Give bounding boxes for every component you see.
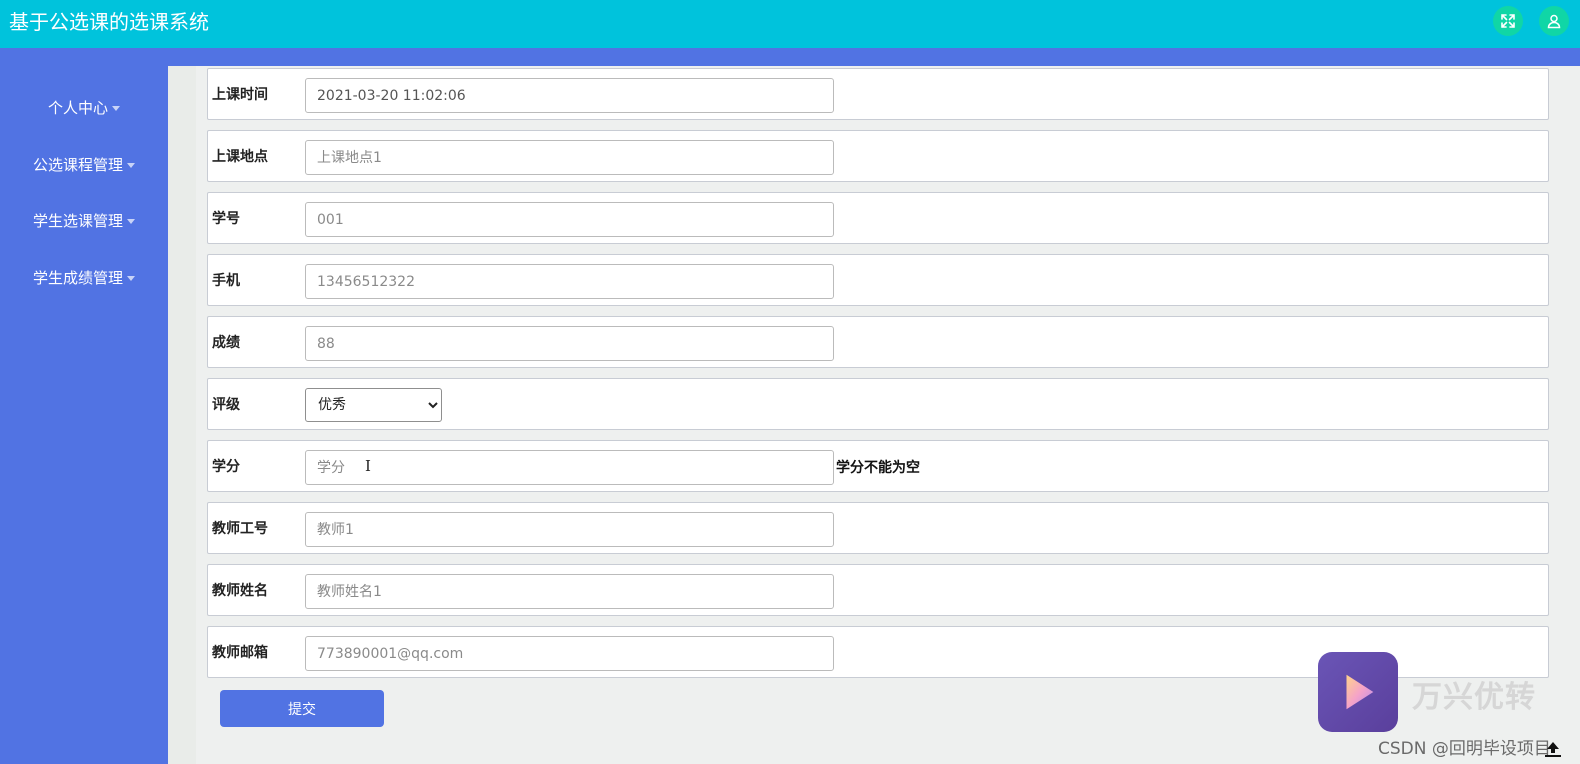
teacher-email-field[interactable] bbox=[305, 636, 834, 671]
form-row-credit: 学分 I 学分不能为空 bbox=[207, 440, 1549, 492]
field-label: 教师姓名 bbox=[212, 583, 268, 599]
sidebar: 个人中心 公选课程管理 学生选课管理 学生成绩管理 bbox=[0, 48, 168, 764]
chevron-down-icon bbox=[112, 106, 120, 111]
sidebar-item-course-management[interactable]: 公选课程管理 bbox=[0, 155, 168, 175]
credit-error-message: 学分不能为空 bbox=[836, 460, 920, 476]
form-row-rating: 评级 优秀 bbox=[207, 378, 1549, 430]
sidebar-item-grade-management[interactable]: 学生成绩管理 bbox=[0, 268, 168, 288]
expand-icon[interactable] bbox=[1493, 6, 1523, 36]
watermark-credit: CSDN @回明毕设项目 bbox=[1378, 739, 1551, 759]
app-title: 基于公选课的选课系统 bbox=[9, 10, 209, 34]
form-row-student-id: 学号 bbox=[207, 192, 1549, 244]
form-row-class-location: 上课地点 bbox=[207, 130, 1549, 182]
sidebar-item-personal-center[interactable]: 个人中心 bbox=[0, 98, 168, 118]
form-row-teacher-id: 教师工号 bbox=[207, 502, 1549, 554]
sidebar-item-selection-management[interactable]: 学生选课管理 bbox=[0, 211, 168, 231]
submit-button[interactable]: 提交 bbox=[220, 690, 384, 727]
chevron-down-icon bbox=[127, 276, 135, 281]
chevron-down-icon bbox=[127, 163, 135, 168]
sidebar-item-label: 个人中心 bbox=[47, 99, 108, 117]
scroll-top-icon[interactable] bbox=[1540, 736, 1566, 762]
field-label: 上课地点 bbox=[212, 149, 268, 165]
credit-field[interactable] bbox=[305, 450, 834, 485]
header-band bbox=[0, 48, 1580, 66]
field-label: 学分 bbox=[212, 459, 240, 475]
sidebar-item-label: 公选课程管理 bbox=[32, 156, 123, 174]
teacher-name-field[interactable] bbox=[305, 574, 834, 609]
student-id-field[interactable] bbox=[305, 202, 834, 237]
user-icon[interactable] bbox=[1539, 6, 1569, 36]
class-location-field[interactable] bbox=[305, 140, 834, 175]
score-field[interactable] bbox=[305, 326, 834, 361]
phone-field[interactable] bbox=[305, 264, 834, 299]
watermark-brand: 万兴优转 bbox=[1412, 680, 1536, 715]
rating-select[interactable]: 优秀 bbox=[305, 388, 442, 422]
field-label: 学号 bbox=[212, 211, 240, 227]
sidebar-item-label: 学生成绩管理 bbox=[32, 269, 123, 287]
form-row-class-time: 上课时间 bbox=[207, 68, 1549, 120]
sidebar-item-label: 学生选课管理 bbox=[32, 212, 123, 230]
form-row-phone: 手机 bbox=[207, 254, 1549, 306]
chevron-down-icon bbox=[127, 219, 135, 224]
content-gutter bbox=[168, 66, 196, 764]
field-label: 教师工号 bbox=[212, 521, 268, 537]
class-time-field[interactable] bbox=[305, 78, 834, 113]
field-label: 评级 bbox=[212, 397, 240, 413]
field-label: 教师邮箱 bbox=[212, 645, 268, 661]
text-cursor-icon: I bbox=[365, 457, 371, 475]
field-label: 手机 bbox=[212, 273, 240, 289]
top-bar: 基于公选课的选课系统 bbox=[0, 0, 1580, 48]
form-row-teacher-name: 教师姓名 bbox=[207, 564, 1549, 616]
form-row-score: 成绩 bbox=[207, 316, 1549, 368]
field-label: 上课时间 bbox=[212, 87, 268, 103]
watermark-logo-icon bbox=[1318, 652, 1398, 732]
field-label: 成绩 bbox=[212, 335, 240, 351]
teacher-id-field[interactable] bbox=[305, 512, 834, 547]
